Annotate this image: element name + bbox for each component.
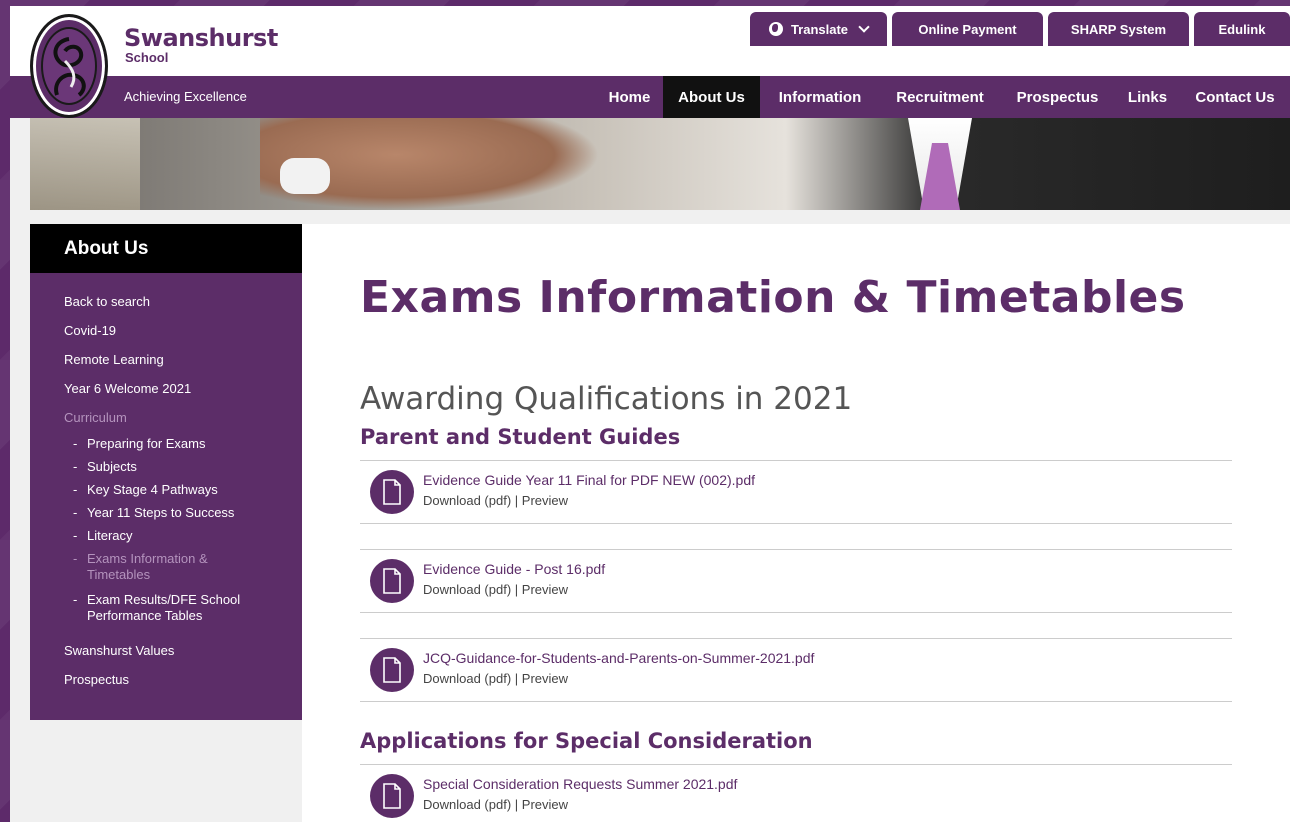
nav-prospectus[interactable]: Prospectus (1000, 76, 1115, 118)
sidebar-sub-results-line2: Performance Tables (87, 608, 203, 623)
nav-home[interactable]: Home (596, 76, 663, 118)
sidebar-sub-year11-steps[interactable]: Year 11 Steps to Success (73, 505, 234, 521)
divider (360, 549, 1232, 550)
translate-button[interactable]: Translate (750, 12, 887, 46)
sidebar: About Us Back to search Covid-19 Remote … (30, 224, 302, 720)
header: Swanshurst School Translate Online Payme… (10, 6, 1290, 76)
sidebar-title: About Us (30, 224, 302, 273)
brand-subtitle: School (125, 50, 169, 65)
brand-name[interactable]: Swanshurst (124, 24, 278, 52)
sidebar-item-covid[interactable]: Covid-19 (64, 323, 116, 338)
main-content: Exams Information & Timetables Awarding … (302, 224, 1290, 822)
file-link[interactable]: JCQ-Guidance-for-Students-and-Parents-on… (423, 650, 814, 666)
file-icon[interactable] (370, 648, 414, 692)
file-icon[interactable] (370, 559, 414, 603)
file-actions: Download (pdf) | Preview (423, 671, 568, 686)
sidebar-item-prospectus[interactable]: Prospectus (64, 672, 129, 687)
file-actions: Download (pdf) | Preview (423, 797, 568, 812)
sidebar-sub-ks4-pathways[interactable]: Key Stage 4 Pathways (73, 482, 218, 498)
preview-link[interactable]: Preview (522, 671, 568, 686)
file-item: Evidence Guide - Post 16.pdf Download (p… (370, 559, 1230, 607)
file-item: Special Consideration Requests Summer 20… (370, 774, 1230, 822)
subsection-heading-special-consideration: Applications for Special Consideration (360, 729, 813, 753)
sidebar-sub-literacy[interactable]: Literacy (73, 528, 133, 544)
sidebar-sub-exams-information[interactable]: Exams Information & Timetables (73, 551, 208, 583)
nav-recruitment[interactable]: Recruitment (880, 76, 1000, 118)
sidebar-item-curriculum[interactable]: Curriculum (64, 410, 127, 425)
file-actions: Download (pdf) | Preview (423, 493, 568, 508)
preview-link[interactable]: Preview (522, 582, 568, 597)
page-frame: Swanshurst School Translate Online Payme… (10, 6, 1290, 822)
sidebar-sub-results-line1: Exam Results/DFE School (87, 592, 241, 607)
sidebar-sub-subjects[interactable]: Subjects (73, 459, 137, 475)
sidebar-item-year6-welcome[interactable]: Year 6 Welcome 2021 (64, 381, 191, 396)
globe-icon (768, 22, 783, 36)
tagline: Achieving Excellence (124, 89, 247, 104)
sidebar-sub-preparing-for-exams[interactable]: Preparing for Exams (73, 436, 206, 452)
section-heading: Awarding Qualifications in 2021 (360, 381, 853, 417)
download-link[interactable]: Download (pdf) (423, 582, 511, 597)
page-title: Exams Information & Timetables (360, 272, 1186, 323)
divider (360, 701, 1232, 702)
sharp-system-button[interactable]: SHARP System (1048, 12, 1189, 46)
divider (360, 460, 1232, 461)
sidebar-item-remote-learning[interactable]: Remote Learning (64, 352, 164, 367)
nav-links[interactable]: Links (1115, 76, 1180, 118)
file-link[interactable]: Evidence Guide Year 11 Final for PDF NEW… (423, 472, 755, 488)
separator: | (514, 582, 519, 597)
file-link[interactable]: Evidence Guide - Post 16.pdf (423, 561, 605, 577)
divider (360, 638, 1232, 639)
download-link[interactable]: Download (pdf) (423, 493, 511, 508)
sidebar-sub-exams-line1: Exams Information & (87, 551, 208, 566)
sidebar-item-swanshurst-values[interactable]: Swanshurst Values (64, 643, 174, 658)
file-item: Evidence Guide Year 11 Final for PDF NEW… (370, 470, 1230, 518)
sidebar-sub-exam-results[interactable]: Exam Results/DFE School Performance Tabl… (73, 592, 240, 624)
preview-link[interactable]: Preview (522, 797, 568, 812)
file-icon[interactable] (370, 470, 414, 514)
nav-about-us[interactable]: About Us (663, 76, 760, 118)
chevron-down-icon (858, 21, 870, 33)
main-nav: Achieving Excellence Home About Us Infor… (10, 76, 1290, 118)
sidebar-item-back-to-search[interactable]: Back to search (64, 294, 150, 309)
edulink-button[interactable]: Edulink (1194, 12, 1290, 46)
divider (360, 764, 1232, 765)
separator: | (514, 797, 519, 812)
hero-image (30, 118, 1290, 210)
download-link[interactable]: Download (pdf) (423, 797, 511, 812)
file-item: JCQ-Guidance-for-Students-and-Parents-on… (370, 648, 1230, 696)
nav-information[interactable]: Information (760, 76, 880, 118)
separator: | (514, 671, 519, 686)
file-link[interactable]: Special Consideration Requests Summer 20… (423, 776, 737, 792)
separator: | (514, 493, 519, 508)
nav-contact-us[interactable]: Contact Us (1180, 76, 1290, 118)
file-actions: Download (pdf) | Preview (423, 582, 568, 597)
file-icon[interactable] (370, 774, 414, 818)
translate-label: Translate (790, 21, 849, 37)
sidebar-sub-exams-line2: Timetables (87, 567, 151, 582)
preview-link[interactable]: Preview (522, 493, 568, 508)
online-payment-button[interactable]: Online Payment (892, 12, 1043, 46)
divider (360, 523, 1232, 524)
divider (360, 612, 1232, 613)
download-link[interactable]: Download (pdf) (423, 671, 511, 686)
school-logo[interactable] (30, 14, 108, 118)
subsection-heading-guides: Parent and Student Guides (360, 425, 681, 449)
